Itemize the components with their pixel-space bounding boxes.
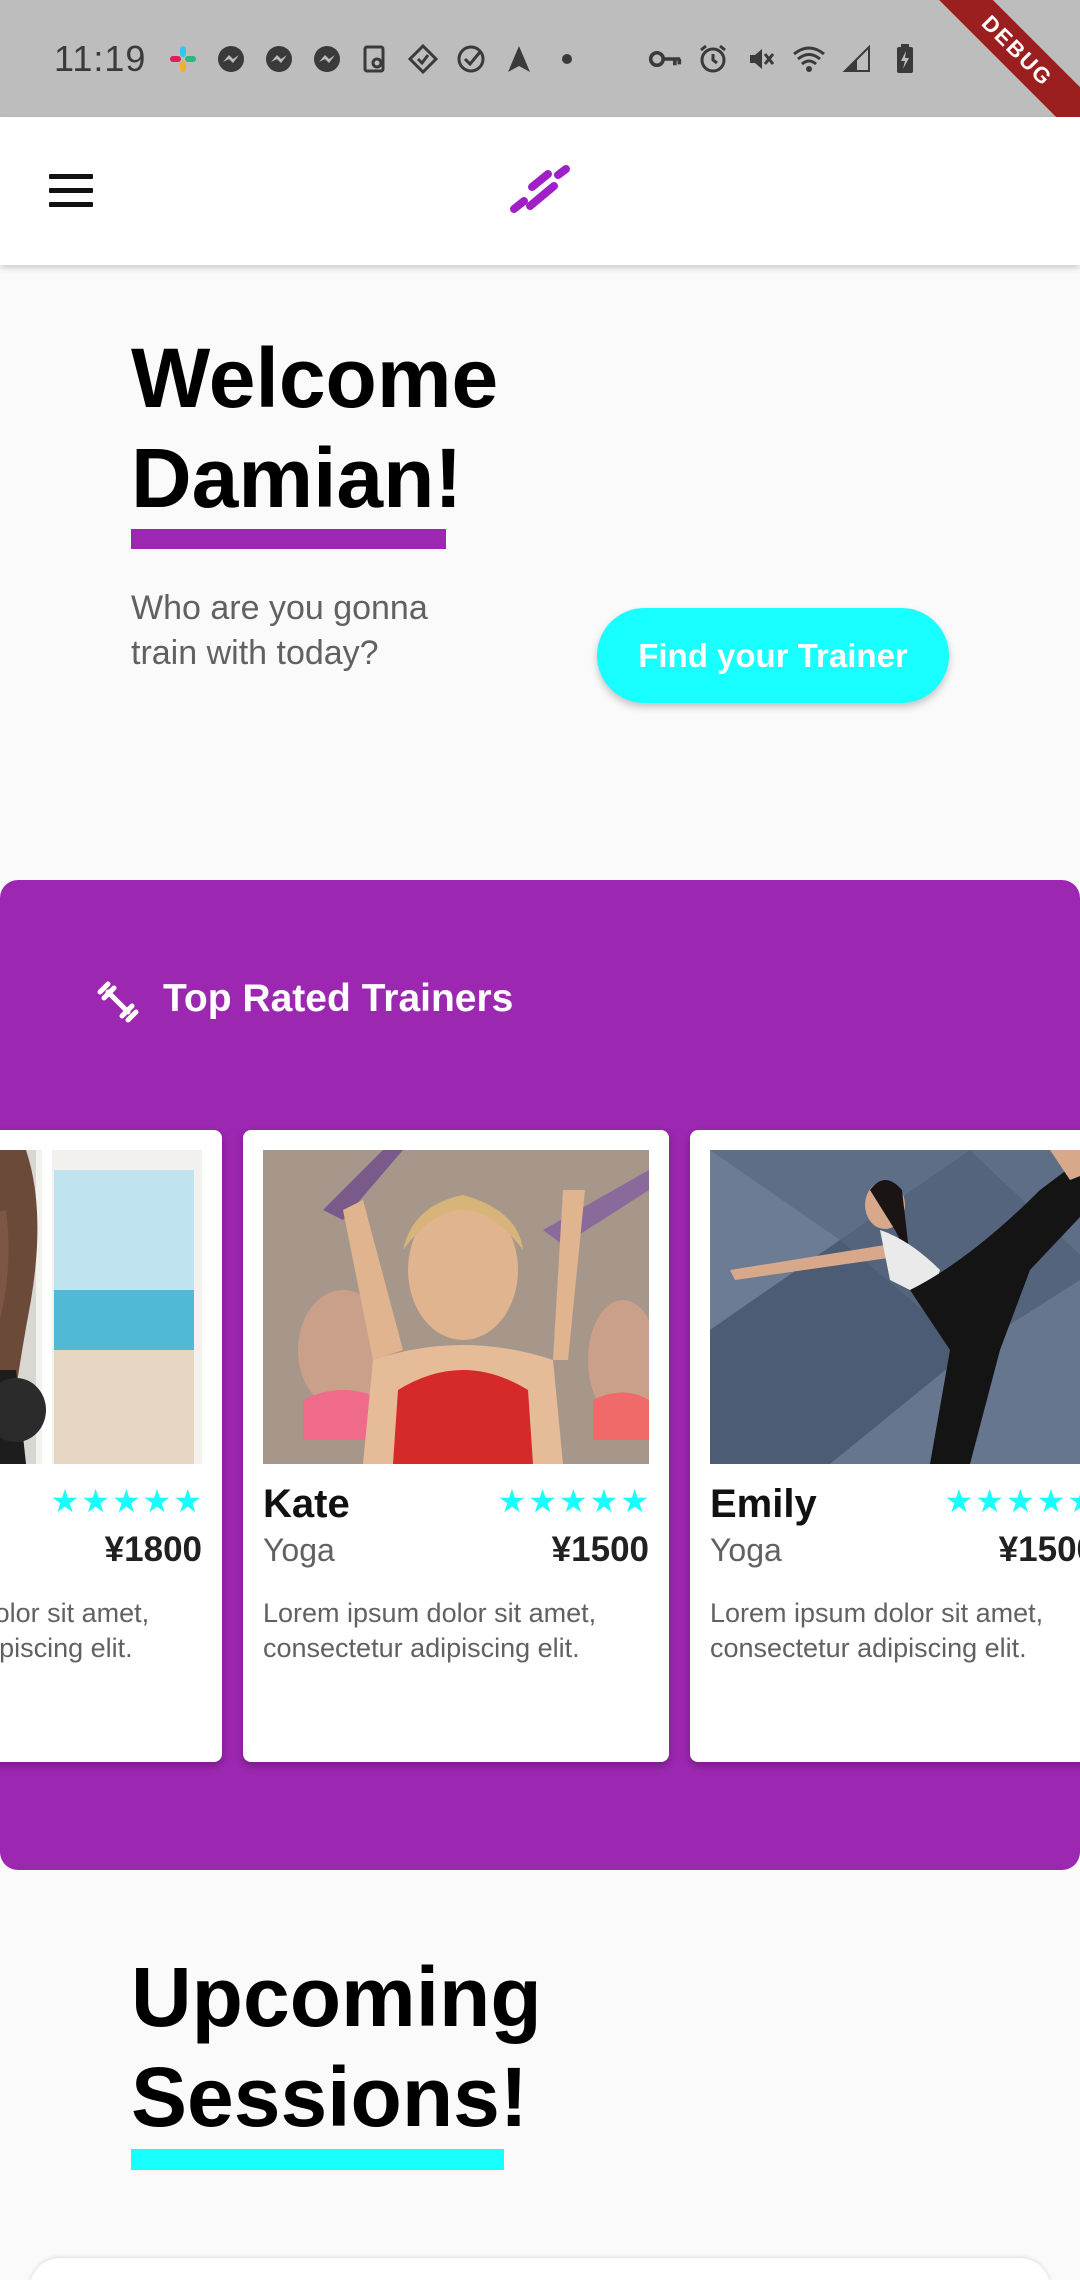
hamburger-menu-icon[interactable] (46, 171, 96, 211)
dot-icon (550, 42, 584, 76)
trainer-card[interactable]: Kate Yoga ★★★★★ ¥1500 Lorem ipsum dolor … (243, 1130, 669, 1762)
wifi-icon (792, 42, 826, 76)
brand-logo-icon (510, 165, 570, 213)
upcoming-underline (131, 2149, 504, 2170)
app-bar (0, 117, 1080, 265)
slack-icon (166, 42, 200, 76)
trainer-name: Kate (263, 1482, 350, 1526)
trainer-rating: ★★★★★ (50, 1483, 204, 1519)
trainer-rating: ★★★★★ (497, 1483, 651, 1519)
welcome-line-2: Damian! (131, 431, 463, 525)
trainer-card[interactable]: ★★★★★ ¥1800 Lorem ipsum dolor sit amet, … (0, 1130, 222, 1762)
trainer-price: ¥1500 (998, 1530, 1080, 1569)
upcoming-sessions-title: Upcoming Sessions! (131, 1947, 651, 2147)
welcome-subtitle: Who are you gonna train with today? (131, 589, 428, 672)
trainer-description: Lorem ipsum dolor sit amet, consectetur … (263, 1598, 597, 1663)
messenger-icon (214, 42, 248, 76)
session-card[interactable] (30, 2258, 1050, 2280)
status-bar: 11:19 DEBUG (0, 0, 1080, 153)
battery-charging-icon (888, 42, 922, 76)
upcoming-line-1: Upcoming (131, 1950, 542, 2044)
trainer-name: Emily (710, 1482, 817, 1526)
trainer-description: Lorem ipsum dolor sit amet, consectetur … (0, 1598, 150, 1663)
mute-icon (744, 42, 778, 76)
top-rated-heading: Top Rated Trainers (163, 977, 514, 1020)
trainer-description: Lorem ipsum dolor sit amet, consectetur … (710, 1598, 1044, 1663)
welcome-line-1: Welcome (131, 331, 499, 425)
trainer-photo (710, 1150, 1080, 1464)
check-circle-icon (454, 42, 488, 76)
trainer-price: ¥1800 (104, 1530, 202, 1569)
screen-record-icon (358, 42, 392, 76)
find-trainer-button[interactable]: Find your Trainer (597, 608, 949, 703)
shield-check-icon (406, 42, 440, 76)
signal-icon (840, 42, 874, 76)
trainer-specialty: Yoga (263, 1532, 335, 1568)
trainer-card[interactable]: Emily Yoga ★★★★★ ¥1500 Lorem ipsum dolor… (690, 1130, 1080, 1762)
dumbbell-icon (97, 981, 139, 1023)
alarm-icon (696, 42, 730, 76)
navigation-icon (502, 42, 536, 76)
welcome-underline (131, 529, 446, 549)
trainer-specialty: Yoga (710, 1532, 782, 1568)
upcoming-line-2: Sessions! (131, 2050, 528, 2144)
trainer-rating: ★★★★★ (944, 1483, 1080, 1519)
trainer-price: ¥1500 (551, 1530, 649, 1569)
top-rated-trainers-section: Top Rated Trainers ★★★★★ ¥1800 Lorem ips… (0, 880, 1080, 1870)
trainer-photo (263, 1150, 649, 1464)
status-time: 11:19 (54, 37, 147, 79)
notification-icons (166, 42, 584, 76)
messenger-icon (262, 42, 296, 76)
system-icons (648, 0, 922, 117)
messenger-icon (310, 42, 344, 76)
welcome-title: Welcome Damian! (131, 328, 651, 528)
vpn-key-icon (648, 42, 682, 76)
trainer-photo (0, 1150, 202, 1464)
